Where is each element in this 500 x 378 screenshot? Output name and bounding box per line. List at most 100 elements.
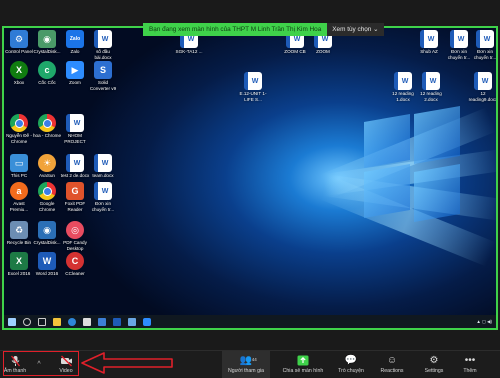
word-icon: W (66, 114, 84, 132)
desktop-icon-team[interactable]: Wteam.docx (88, 154, 118, 179)
desktop-icon-this-pc[interactable]: ▭ This PC (4, 154, 34, 179)
desktop-icon-nhom-project[interactable]: W NHOM PROJECT (60, 114, 90, 144)
desktop-icon-test-2-de[interactable]: Wtest 2 de.docx (60, 154, 90, 179)
zoom-meeting-window: Bạn đang xem màn hình của THPT M Linh Tr… (0, 0, 500, 378)
annotation-highlight-box (3, 351, 79, 376)
settings-button[interactable]: ⚙ Settings (416, 351, 452, 378)
participants-icon: 👥 44 (239, 355, 257, 366)
desktop-icon-crystaldisk[interactable]: ◉ CrystalDisk... (32, 30, 62, 55)
share-screen-button[interactable]: Chia sẻ màn hình (278, 351, 328, 378)
reactions-button[interactable]: ☺ Reactions (372, 351, 412, 378)
more-button[interactable]: ••• Thêm (456, 351, 484, 378)
computer-icon: ▭ (10, 154, 28, 172)
desktop-icon-zalo[interactable]: Zalo Zalo (60, 30, 90, 55)
store-icon[interactable] (83, 317, 91, 326)
desktop-icon-chrome-nguyen[interactable]: Nguyễn Đế - Chrome (4, 114, 34, 144)
pdfcandy-icon: ◎ (66, 221, 84, 239)
desktop-icon-don-xin-chuyen[interactable]: W Đơn xin chuyển tr... (88, 182, 118, 212)
chat-icon: 💬 (344, 355, 358, 366)
word-icon: W (474, 72, 492, 90)
desktop-icon-12-reading-1[interactable]: W 12 reading 1.docx (388, 72, 418, 102)
search-icon[interactable] (23, 317, 31, 326)
shared-screen: ⚙ Control Panel X Xbox Nguyễn Đế - Chrome … (2, 26, 498, 330)
word-icon: W (394, 72, 412, 90)
desktop-icon-control-panel[interactable]: ⚙ Control Panel (4, 30, 34, 55)
chrome-icon (38, 114, 56, 132)
desktop-icon-so-dau-bai[interactable]: Wsố đầu bài.docx (88, 30, 118, 60)
desktop-icon-12-reading-2[interactable]: W 12 reading 2.docx (416, 72, 446, 102)
desktop-icon-avast[interactable]: a Avast Premiu... (4, 182, 34, 212)
view-options-label: Xem tùy chọn (332, 26, 372, 33)
desktop-icon-12-reading-9[interactable]: W 12 reading9.docx (468, 72, 496, 102)
chevron-down-icon: ⌄ (373, 26, 379, 33)
photos-icon[interactable] (128, 317, 136, 326)
solid-converter-icon: S (94, 61, 112, 79)
annotation-arrow-icon (81, 352, 173, 374)
participants-button[interactable]: 👥 44 Người tham gia (222, 351, 270, 378)
desktop-icon-solid-converter[interactable]: S Solid Converter v9 (88, 61, 118, 91)
desktop-icon-zoom[interactable]: ▶ Zoom (60, 61, 90, 86)
windows-start-icon[interactable] (8, 317, 16, 326)
desktop-icon-google-chrome[interactable]: Google Chrome (32, 182, 62, 212)
word-icon: W (450, 30, 468, 48)
smiley-icon: ☺ (386, 355, 398, 366)
more-dots-icon: ••• (464, 355, 476, 366)
word-icon: W (420, 30, 438, 48)
reactions-label: Reactions (380, 368, 404, 374)
windows-logo (364, 113, 410, 169)
crystaldisk-icon: ◉ (38, 221, 56, 239)
desktop-icon-e12-unit1[interactable]: W E.12-UNIT 1-LIFE S... (238, 72, 268, 102)
task-view-icon[interactable] (38, 317, 46, 326)
crystaldisk-icon: ◉ (38, 30, 56, 48)
word-icon: W (244, 72, 262, 90)
word-icon: W (422, 72, 440, 90)
desktop-icon-recycle-bin[interactable]: ♻ Recycle Bin (4, 221, 34, 246)
desktop-icon-shub-az[interactable]: W Shub AZ (414, 30, 444, 55)
share-status-text: Bạn đang xem màn hình của THPT M Linh Tr… (143, 23, 328, 36)
desktop-icon-foxit[interactable]: G Foxit PDF Reader (60, 182, 90, 212)
word-icon: W (476, 30, 494, 48)
foxit-icon: G (66, 182, 84, 200)
participants-label: Người tham gia (228, 368, 264, 374)
chat-button[interactable]: 💬 Trò chuyện (333, 351, 369, 378)
windows-taskbar: ▲ ◻ ◀) (4, 315, 496, 328)
file-explorer-icon[interactable] (53, 317, 61, 326)
word-icon: W (94, 154, 112, 172)
word-icon: W (94, 30, 112, 48)
mail-icon[interactable] (98, 317, 106, 326)
word-icon: W (38, 252, 56, 270)
system-tray: ▲ ◻ ◀) (476, 318, 492, 324)
desktop-icon-avasun[interactable]: ☀ AvaSun (32, 154, 62, 179)
avast-icon: a (10, 182, 28, 200)
edge-icon[interactable] (68, 317, 76, 326)
desktop-icon-crystaldisk-2[interactable]: ◉ CrystalDisk... (32, 221, 62, 246)
chrome-icon (38, 182, 56, 200)
word-icon: W (66, 154, 84, 172)
chrome-icon (10, 114, 28, 132)
word-icon: W (94, 182, 112, 200)
share-screen-label: Chia sẻ màn hình (282, 368, 324, 374)
excel-icon: X (10, 252, 28, 270)
control-panel-icon: ⚙ (10, 30, 28, 48)
desktop-icon-chrome-hoa[interactable]: hoa - Chrome (32, 114, 62, 139)
zoom-taskbar-icon[interactable] (143, 317, 151, 326)
desktop-icon-ccleaner[interactable]: C CCleaner (60, 252, 90, 277)
avasun-icon: ☀ (38, 154, 56, 172)
view-options-button[interactable]: Xem tùy chọn ⌄ (327, 23, 384, 36)
gear-icon: ⚙ (429, 355, 439, 366)
more-label: Thêm (463, 368, 477, 374)
recycle-bin-icon: ♻ (10, 221, 28, 239)
zalo-icon: Zalo (66, 30, 84, 48)
desktop-icon-coccoc[interactable]: c Cốc Cốc (32, 61, 62, 86)
participants-count: 44 (251, 357, 257, 362)
share-status-banner: Bạn đang xem màn hình của THPT M Linh Tr… (143, 23, 384, 36)
desktop-icon-excel[interactable]: X Excel 2016 (4, 252, 34, 277)
word-taskbar-icon[interactable] (113, 317, 121, 326)
chat-label: Trò chuyện (338, 368, 364, 374)
coccoc-icon: c (38, 61, 56, 79)
desktop-icon-word-2016[interactable]: W Word 2016 (32, 252, 62, 277)
desktop-icon-don-xin-chuyen-3[interactable]: W Đơn xin chuyển tr... (470, 30, 496, 60)
desktop-icon-pdf-candy[interactable]: ◎ PDF Candy Desktop (60, 221, 90, 251)
xbox-icon: X (10, 61, 28, 79)
desktop-icon-xbox[interactable]: X Xbox (4, 61, 34, 86)
